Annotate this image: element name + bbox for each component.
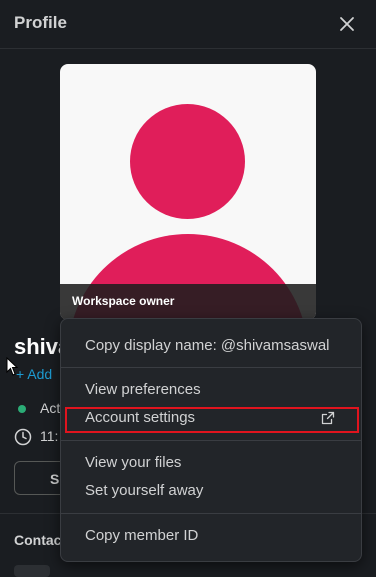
menu-divider [61,513,361,514]
menu-item-label: Copy display name: @shivamsaswal [85,337,330,354]
add-link-label: Add [27,366,53,382]
menu-divider [61,367,361,368]
clock-icon [14,429,32,446]
menu-item-label: Set yourself away [85,482,204,499]
menu-item-copy-member-id[interactable]: Copy member ID [61,523,361,549]
menu-item-label: View your files [85,454,182,471]
contact-row-peek [14,565,50,577]
menu-item-view-files[interactable]: View your files [61,450,361,476]
menu-divider [61,440,361,441]
profile-header: Profile [0,0,376,49]
page-title: Profile [14,13,67,32]
workspace-owner-badge: Workspace owner [72,294,175,308]
local-time-text: 11: [40,428,59,444]
menu-item-label: View preferences [85,381,201,398]
menu-item-copy-display-name[interactable]: Copy display name: @shivamsaswal [61,333,361,359]
mouse-cursor-icon [6,357,18,376]
status-active-icon [18,405,26,414]
menu-item-view-preferences[interactable]: View preferences [61,377,361,403]
menu-item-label: Copy member ID [85,527,199,544]
menu-item-set-away[interactable]: Set yourself away [61,478,361,504]
close-icon[interactable] [336,13,358,35]
status-row: Act [18,400,60,416]
status-text: Act [40,400,61,416]
contact-section-heading: Contac [14,532,62,548]
avatar[interactable]: Workspace owner [60,64,316,320]
workspace-owner-band: Workspace owner [60,284,316,320]
account-settings-highlight-box [65,407,359,433]
local-time-row: 11: [14,428,58,446]
add-link[interactable]: + Add [16,366,52,382]
profile-context-menu: Copy display name: @shivamsaswal View pr… [60,318,362,562]
avatar-head-shape [130,104,245,219]
